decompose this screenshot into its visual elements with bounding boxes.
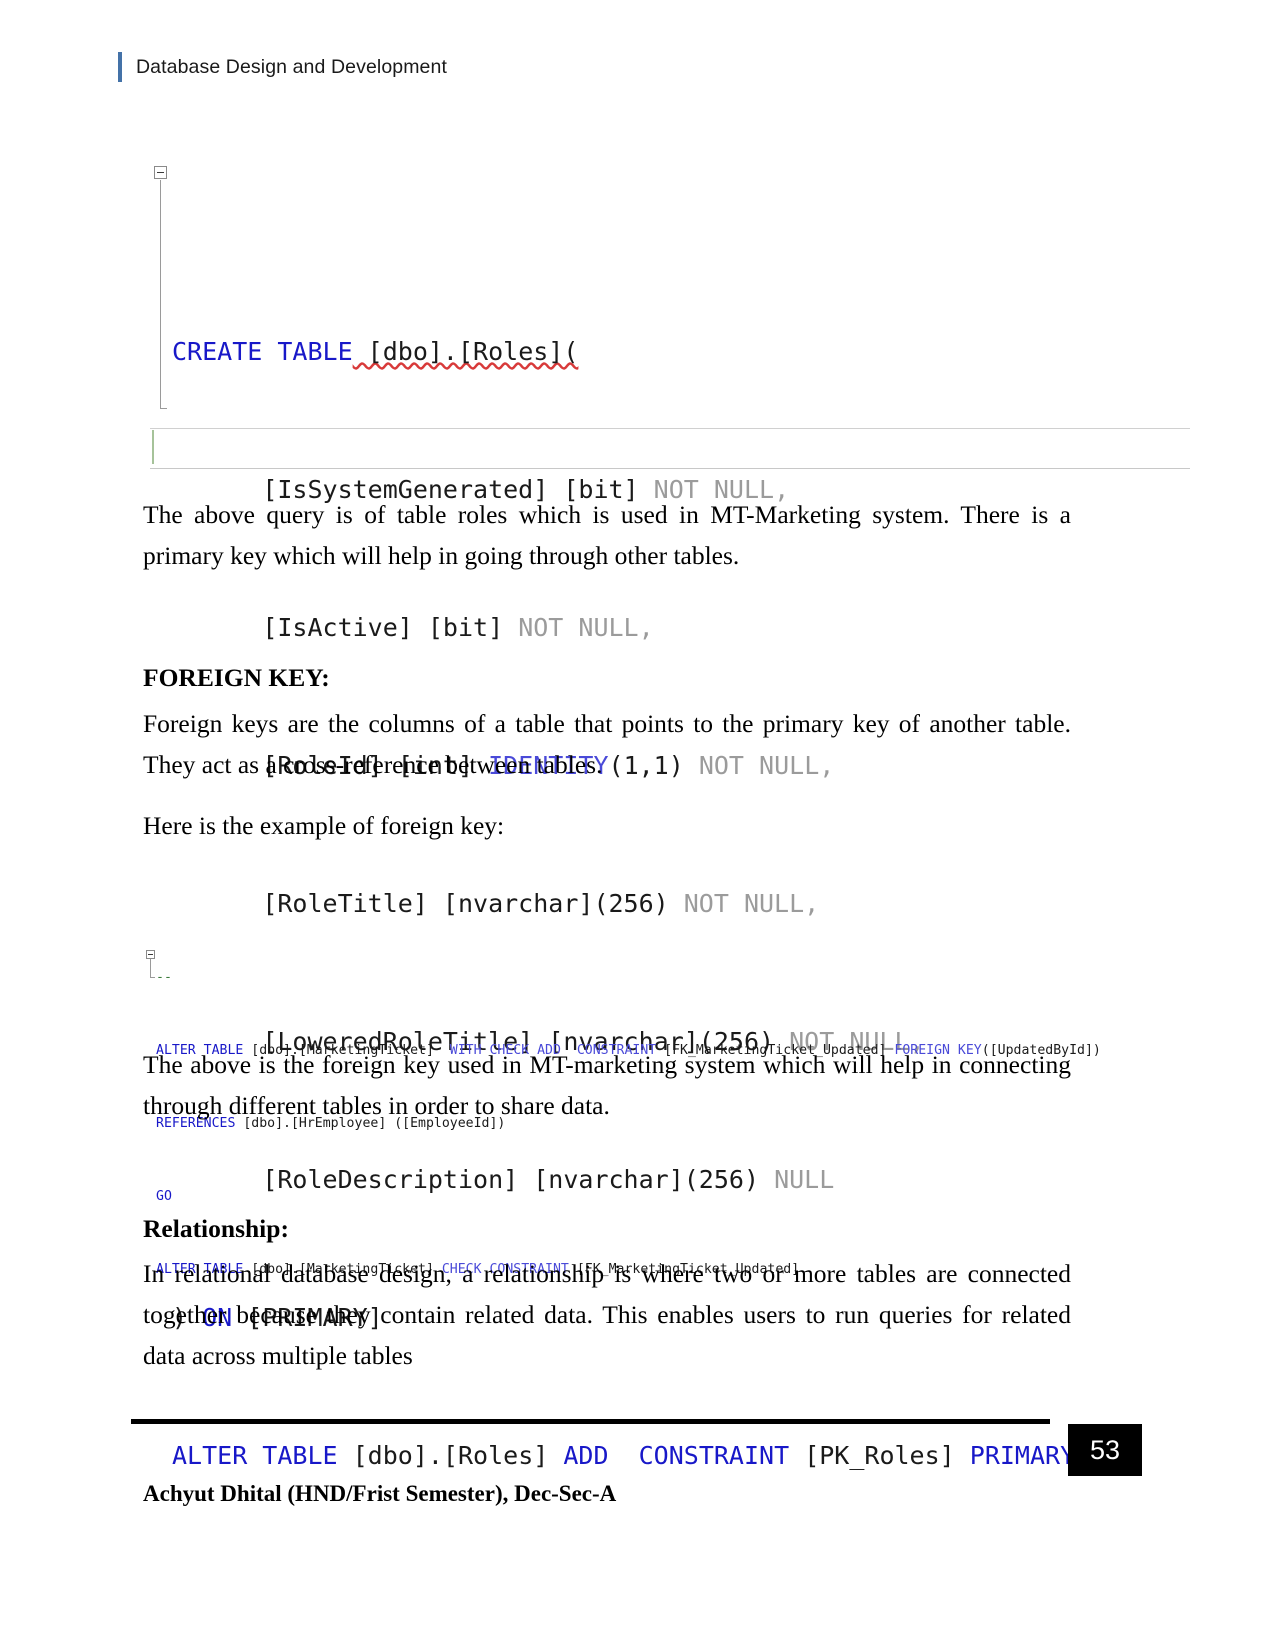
token-create-table: CREATE TABLE bbox=[172, 337, 353, 366]
paragraph-foreign-key-definition: Foreign keys are the columns of a table … bbox=[143, 709, 1071, 779]
code-line-3: [IsActive] [bit] NOT NULL, bbox=[172, 611, 1135, 646]
code-separator-rule bbox=[150, 428, 1190, 429]
paragraph-foreign-key-example-lead: Here is the example of foreign key: bbox=[143, 811, 505, 840]
header-title: Database Design and Development bbox=[136, 55, 447, 78]
fold-end-tick bbox=[160, 408, 167, 409]
code-fold-gutter bbox=[150, 128, 172, 470]
code-line-go: GO bbox=[156, 1189, 172, 1205]
document-page: Database Design and Development GO CREAT… bbox=[0, 0, 1275, 1651]
code-line-9: ALTER TABLE [dbo].[Roles] ADD CONSTRAINT… bbox=[172, 1439, 1135, 1474]
code-block-bottom-rule bbox=[150, 468, 1190, 469]
token-not-null-3: NOT NULL, bbox=[503, 613, 654, 642]
footer-author-note: Achyut Dhital (HND/Frist Semester), Dec-… bbox=[143, 1481, 617, 1506]
code-line-comment: -- bbox=[156, 969, 172, 985]
token-not-null-5: NOT NULL, bbox=[668, 889, 820, 918]
sql-code-block-create-table: CREATE TABLE [dbo].[Roles]( [IsSystemGen… bbox=[150, 128, 1190, 1470]
collapse-minus-icon-secondary[interactable] bbox=[146, 950, 155, 959]
document-header: Database Design and Development bbox=[118, 52, 447, 82]
heading-foreign-key: FOREIGN KEY: bbox=[143, 663, 330, 692]
code-line-1: CREATE TABLE [dbo].[Roles]( bbox=[172, 335, 1135, 370]
paragraph-relationship-definition: In relational database design, a relatio… bbox=[143, 1259, 1071, 1370]
header-accent-bar bbox=[118, 52, 122, 82]
token-roletitle: [RoleTitle] [nvarchar](256) bbox=[262, 889, 669, 918]
token-alter-table: ALTER TABLE bbox=[172, 1441, 338, 1470]
fold-end-tick-secondary bbox=[150, 977, 155, 978]
heading-relationship: Relationship: bbox=[143, 1214, 289, 1243]
changed-line-marker bbox=[152, 430, 154, 464]
code-line-5: [RoleTitle] [nvarchar](256) NOT NULL, bbox=[172, 887, 1135, 922]
sql-code-block-foreign-key: -- ALTER TABLE [dbo].[MarketingTicket] W… bbox=[146, 932, 1206, 1277]
fold-guide-line-secondary bbox=[150, 959, 151, 977]
token-roles-table: [dbo].[Roles]( bbox=[352, 337, 579, 366]
token-roles-ref: [dbo].[Roles] bbox=[337, 1441, 564, 1470]
footer-divider bbox=[131, 1419, 1050, 1424]
token-pk-roles: [PK_Roles] bbox=[789, 1441, 970, 1470]
page-number-badge: 53 bbox=[1068, 1424, 1142, 1476]
paragraph-foreign-key-explanation: The above is the foreign key used in MT-… bbox=[143, 1050, 1071, 1120]
paragraph-primary-key-explanation: The above query is of table roles which … bbox=[143, 500, 1071, 570]
token-add-constraint: ADD CONSTRAINT bbox=[563, 1441, 790, 1470]
collapse-minus-icon[interactable] bbox=[154, 166, 167, 179]
token-isactive: [IsActive] [bit] bbox=[262, 613, 504, 642]
fold-guide-line bbox=[160, 180, 161, 408]
